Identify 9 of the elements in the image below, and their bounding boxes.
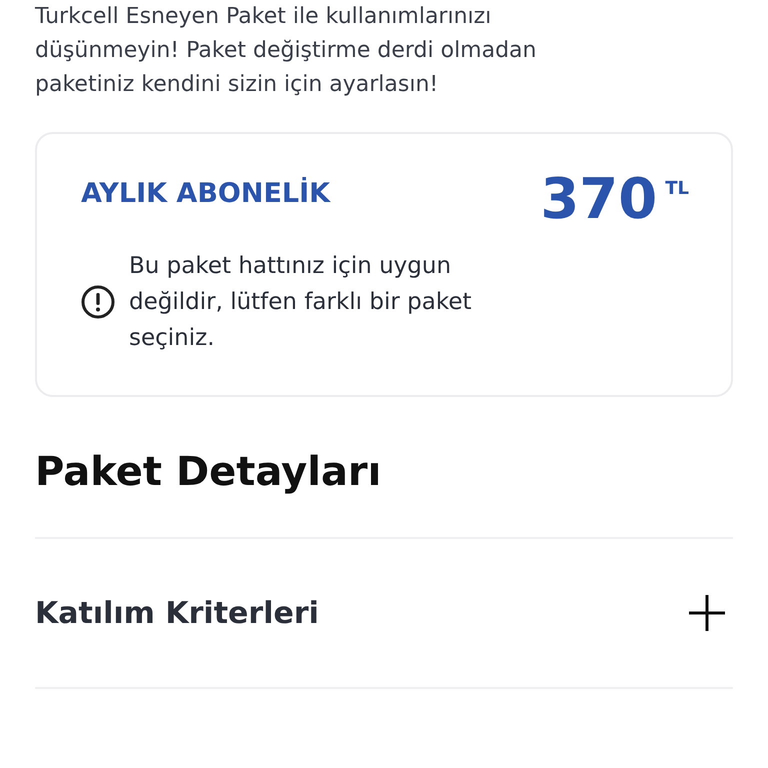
price-amount: 370 (540, 172, 658, 228)
warning-icon (81, 285, 115, 319)
price-currency: TL (665, 178, 689, 199)
warning-text: Bu paket hattınız için uygun değildir, lütfen farklı bir paket seçiniz. (129, 252, 472, 353)
plus-icon (689, 595, 725, 631)
plan-title: AYLIK ABONELİK (81, 178, 330, 209)
intro-text: Turkcell Esneyen Paket ile kullanımlarınızı düşünmeyin! Paket değiştirme derdi olmadan paketiniz kendini sizin için ayarlasın! (35, 3, 538, 99)
accordion-item[interactable]: Katılım Kriterleri (35, 539, 733, 687)
section-heading: Paket Detayları (35, 449, 382, 495)
